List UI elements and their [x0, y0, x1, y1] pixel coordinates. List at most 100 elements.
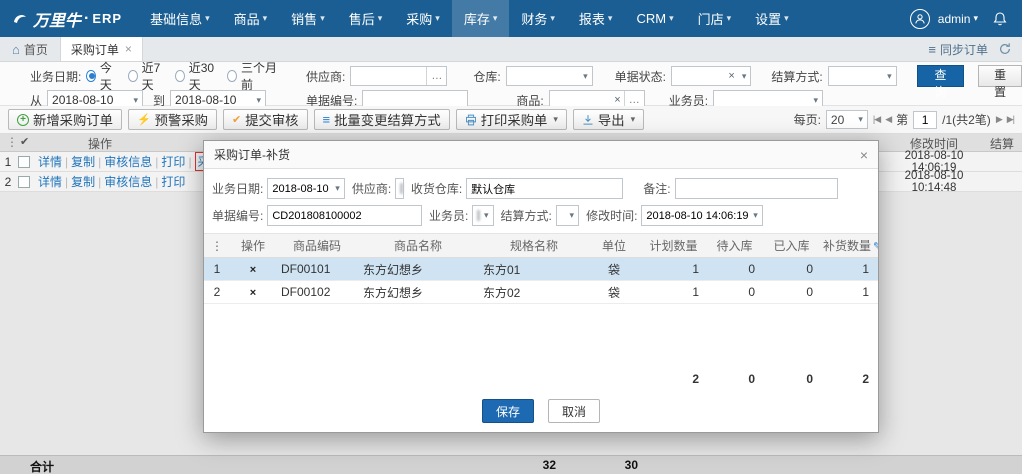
logo[interactable]: 万里牛 · ERP: [0, 0, 138, 37]
menu-item-reports[interactable]: 报表 ▾: [567, 0, 625, 37]
export-button[interactable]: 导出 ▾: [572, 109, 645, 130]
list-icon: ≡: [928, 41, 936, 57]
copy-link[interactable]: 复制: [71, 173, 95, 190]
last-page-icon[interactable]: ▶|: [1007, 114, 1015, 125]
salesman-label: 业务员:: [429, 209, 469, 223]
menu-item-inventory[interactable]: 库存 ▾: [451, 0, 510, 37]
menu-label: CRM: [636, 11, 667, 26]
reset-button[interactable]: 重置: [978, 65, 1022, 99]
warehouse-filter-label: 仓库:: [473, 69, 501, 84]
modal-item-row[interactable]: 1 × DF00101 东方幻想乡 东方01 袋 1 0 0 1: [204, 258, 878, 281]
item-pending: 0: [748, 262, 755, 276]
warehouse-value[interactable]: [467, 179, 622, 198]
search-button[interactable]: 查询: [916, 65, 965, 99]
settle-select[interactable]: ▾: [555, 205, 580, 226]
review-info-link[interactable]: 审核信息: [104, 173, 152, 190]
delete-row-icon[interactable]: ×: [250, 287, 256, 299]
export-icon: [583, 114, 593, 125]
radio-7days[interactable]: 近7天: [128, 59, 165, 93]
per-page-select[interactable]: 20 ▾: [825, 110, 868, 129]
copy-link[interactable]: 复制: [71, 153, 95, 170]
radio-dot: [227, 70, 237, 82]
item-replenish-qty[interactable]: 1: [818, 262, 878, 276]
modal-footer: 保存 取消: [204, 390, 878, 432]
detail-link[interactable]: 详情: [38, 173, 62, 190]
modal-close-icon[interactable]: ×: [860, 147, 868, 163]
print-link[interactable]: 打印: [161, 173, 185, 190]
home-icon: ⌂: [12, 41, 20, 57]
submit-review-button[interactable]: ✔ 提交审核: [222, 109, 308, 130]
avatar[interactable]: [909, 8, 930, 29]
item-plan-qty: 1: [692, 262, 699, 276]
warehouse-filter-select[interactable]: ▾: [505, 66, 593, 86]
page-prefix: 第: [896, 113, 909, 127]
radio-30days[interactable]: 近30天: [175, 59, 217, 93]
field-orderno: 单据编号:: [212, 205, 422, 226]
salesman-select[interactable]: ▾: [472, 205, 494, 226]
cancel-button[interactable]: 取消: [548, 399, 600, 423]
menu-item-settings[interactable]: 设置 ▾: [743, 0, 801, 37]
radio-3months[interactable]: 三个月前: [227, 59, 278, 93]
notifications-bell-icon[interactable]: [992, 11, 1008, 27]
supplier-filter-input[interactable]: [351, 67, 427, 85]
sync-orders-button[interactable]: ≡ 同步订单: [928, 41, 988, 58]
menu-item-goods[interactable]: 商品 ▾: [222, 0, 280, 37]
select-all-checkbox[interactable]: ✔: [20, 135, 29, 148]
date-select[interactable]: 2018-08-10 ▾: [267, 178, 345, 199]
print-link[interactable]: 打印: [161, 153, 185, 170]
menu-item-purchase[interactable]: 采购 ▾: [394, 0, 452, 37]
radio-today[interactable]: 今天: [86, 59, 118, 93]
review-info-link[interactable]: 审核信息: [104, 153, 152, 170]
menu-item-basic-info[interactable]: 基础信息 ▾: [138, 0, 222, 37]
batch-change-settlement-button[interactable]: ≡ 批量变更结算方式: [313, 109, 450, 130]
supplier-input[interactable]: [395, 178, 404, 199]
warning-purchase-button[interactable]: ⚡ 预警采购: [127, 109, 217, 130]
status-filter-select[interactable]: × ▾: [670, 66, 752, 86]
tab-home[interactable]: ⌂ 首页: [0, 37, 60, 61]
prev-page-icon[interactable]: ◀: [885, 114, 892, 125]
menu-item-sales[interactable]: 销售 ▾: [279, 0, 337, 37]
printer-icon: [465, 114, 476, 125]
topbar: 万里牛 · ERP 基础信息 ▾ 商品 ▾ 销售 ▾ 售后 ▾ 采购 ▾ 库存 ▾ 财务 ▾ …: [0, 0, 1022, 37]
detail-link[interactable]: 详情: [38, 153, 62, 170]
tab-purchase-orders[interactable]: 采购订单 ×: [59, 37, 143, 61]
item-replenish-qty[interactable]: 1: [818, 285, 878, 299]
item-pending: 0: [748, 285, 755, 299]
censored-value: [477, 210, 480, 221]
supplier-filter-label: 供应商:: [306, 69, 346, 84]
menu-item-aftersale[interactable]: 售后 ▾: [337, 0, 395, 37]
supplier-lookup-button[interactable]: …: [426, 67, 446, 85]
item-spec: 东方02: [483, 285, 521, 300]
row-checkbox[interactable]: [18, 175, 30, 188]
date-value: 2018-08-10: [272, 182, 329, 195]
settle-filter-select[interactable]: ▾: [827, 66, 897, 86]
chevron-down-icon: ▾: [133, 94, 139, 105]
menu-item-finance[interactable]: 财务 ▾: [509, 0, 567, 37]
total-received: 0: [806, 372, 813, 386]
warehouse-input[interactable]: [466, 178, 623, 199]
user-menu[interactable]: admin ▾: [938, 12, 978, 26]
delete-row-icon[interactable]: ×: [250, 264, 256, 276]
first-page-icon[interactable]: |◀: [873, 114, 881, 125]
radio-label: 近30天: [188, 61, 215, 92]
orderno-input[interactable]: [268, 206, 421, 225]
modified-select[interactable]: 2018-08-10 14:06:19 ▾: [641, 205, 763, 226]
field-supplier: 供应商:: [352, 178, 404, 199]
status-clear-icon[interactable]: ×: [725, 70, 737, 82]
item-plan-qty: 1: [692, 285, 699, 299]
new-purchase-order-button[interactable]: + 新增采购订单: [8, 109, 122, 130]
modal-item-row[interactable]: 2 × DF00102 东方幻想乡 东方02 袋 1 0 0 1: [204, 281, 878, 304]
print-purchase-order-button[interactable]: 打印采购单 ▾: [455, 109, 567, 130]
chevron-down-icon: ▾: [484, 210, 489, 220]
save-button[interactable]: 保存: [482, 399, 534, 423]
product-clear-icon[interactable]: ×: [611, 94, 623, 106]
remark-input[interactable]: [675, 179, 837, 198]
refresh-icon[interactable]: [998, 42, 1012, 56]
page-number-input[interactable]: [913, 110, 938, 129]
menu-item-stores[interactable]: 门店 ▾: [686, 0, 744, 37]
tab-close-icon[interactable]: ×: [125, 42, 132, 56]
next-page-icon[interactable]: ▶: [996, 114, 1003, 125]
chevron-down-icon: ▾: [630, 114, 636, 124]
menu-item-crm[interactable]: CRM ▾: [624, 0, 685, 37]
row-checkbox[interactable]: [18, 155, 30, 168]
